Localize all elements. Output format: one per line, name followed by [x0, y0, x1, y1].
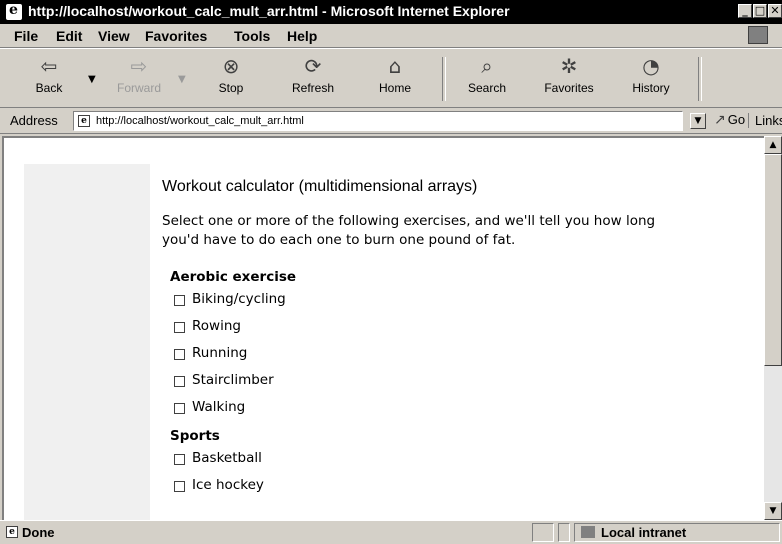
- list-item[interactable]: Walking: [162, 397, 762, 424]
- list-item[interactable]: Running: [162, 343, 762, 370]
- menu-bar: File Edit View Favorites Tools Help: [0, 24, 782, 48]
- section-heading-aerobic: Aerobic exercise: [170, 269, 297, 285]
- checkbox-label[interactable]: Basketball: [192, 450, 262, 466]
- checkbox-label[interactable]: Biking/cycling: [192, 291, 286, 307]
- home-button[interactable]: ⌂ Home: [360, 52, 430, 106]
- list-item[interactable]: Stairclimber: [162, 370, 762, 397]
- toolbar-separator: [442, 57, 446, 101]
- section-heading-sports: Sports: [170, 428, 220, 444]
- maximize-button[interactable]: □: [753, 4, 767, 18]
- checkbox-rowing[interactable]: [174, 322, 185, 333]
- checkbox-stairclimber[interactable]: [174, 376, 185, 387]
- page-title: Workout calculator (multidimensional arr…: [162, 178, 478, 195]
- minimize-button[interactable]: _: [738, 4, 752, 18]
- toolbar-separator: [698, 57, 702, 101]
- status-pane: [532, 523, 554, 542]
- checkbox-walking[interactable]: [174, 403, 185, 414]
- menu-tools[interactable]: Tools: [234, 28, 270, 44]
- content-area: Workout calculator (multidimensional arr…: [0, 134, 782, 520]
- checkbox-ice-hockey[interactable]: [174, 481, 185, 492]
- list-item[interactable]: Ice hockey: [162, 475, 762, 502]
- close-button[interactable]: ✕: [768, 4, 782, 18]
- address-label: Address: [10, 113, 58, 128]
- window-title: http://localhost/workout_calc_mult_arr.h…: [28, 3, 510, 19]
- menu-file[interactable]: File: [14, 28, 38, 44]
- forward-label: Forward: [116, 81, 161, 95]
- favorites-icon: ✲: [560, 54, 578, 78]
- checkbox-biking-cycling[interactable]: [174, 295, 185, 306]
- checkbox-basketball[interactable]: [174, 454, 185, 465]
- search-button[interactable]: ⌕ Search: [452, 52, 522, 106]
- checkbox-label[interactable]: Ice hockey: [192, 477, 264, 493]
- status-pane: [558, 523, 570, 542]
- zone-pane: Local intranet: [574, 523, 780, 542]
- go-button[interactable]: ↗ Go: [714, 112, 745, 128]
- sports-list: Basketball Ice hockey: [162, 448, 762, 502]
- checkbox-label[interactable]: Stairclimber: [192, 372, 274, 388]
- history-button[interactable]: ◔ History: [616, 52, 686, 106]
- refresh-icon: ⟳: [304, 54, 322, 78]
- page-icon: e: [78, 115, 90, 127]
- vertical-scrollbar[interactable]: ▲ ▼: [764, 136, 782, 520]
- intranet-icon: [581, 526, 595, 538]
- go-label: Go: [727, 112, 746, 127]
- stop-label: Stop: [218, 81, 244, 95]
- home-label: Home: [378, 81, 411, 95]
- checkbox-label[interactable]: Rowing: [192, 318, 241, 334]
- go-arrow-icon: ↗: [714, 112, 726, 128]
- ie-logo-icon[interactable]: [6, 2, 22, 20]
- windows-logo-icon: [748, 26, 768, 44]
- page-sidebar: [24, 164, 150, 520]
- address-dropdown-button[interactable]: ▼: [690, 113, 706, 129]
- scroll-down-arrow[interactable]: ▼: [764, 502, 782, 520]
- forward-button[interactable]: ⇨ Forward: [104, 52, 174, 106]
- zone-text: Local intranet: [601, 525, 687, 540]
- menu-help[interactable]: Help: [287, 28, 317, 44]
- scroll-up-arrow[interactable]: ▲: [764, 136, 782, 154]
- address-input[interactable]: e http://localhost/workout_calc_mult_arr…: [73, 111, 683, 131]
- list-item[interactable]: Biking/cycling: [162, 289, 762, 316]
- intro-text: Select one or more of the following exer…: [162, 213, 656, 248]
- checkbox-running[interactable]: [174, 349, 185, 360]
- search-label: Search: [467, 81, 507, 95]
- history-icon: ◔: [642, 54, 660, 78]
- checkbox-label[interactable]: Running: [192, 345, 247, 361]
- back-label: Back: [35, 81, 63, 95]
- back-arrow-icon: ⇦: [40, 54, 58, 78]
- page-viewport: Workout calculator (multidimensional arr…: [2, 136, 764, 520]
- links-button[interactable]: Links: [748, 113, 782, 128]
- stop-button[interactable]: ⊗ Stop: [196, 52, 266, 106]
- stop-icon: ⊗: [222, 54, 240, 78]
- status-bar: e Done Local intranet: [0, 520, 782, 544]
- forward-arrow-icon: ⇨: [130, 54, 148, 78]
- page-status-icon: e: [6, 526, 18, 538]
- favorites-label: Favorites: [544, 81, 594, 95]
- menu-edit[interactable]: Edit: [56, 28, 82, 44]
- aerobic-exercise-list: Biking/cycling Rowing Running Stairclimb…: [162, 289, 762, 424]
- menu-favorites[interactable]: Favorites: [145, 28, 207, 44]
- scroll-thumb[interactable]: [764, 154, 782, 366]
- list-item[interactable]: Rowing: [162, 316, 762, 343]
- status-text: Done: [22, 525, 55, 540]
- refresh-button[interactable]: ⟳ Refresh: [278, 52, 348, 106]
- back-dropdown-arrow[interactable]: ▼: [88, 74, 96, 85]
- page-body: Workout calculator (multidimensional arr…: [162, 178, 762, 502]
- history-label: History: [632, 81, 670, 95]
- checkbox-label[interactable]: Walking: [192, 399, 245, 415]
- search-icon: ⌕: [481, 54, 493, 78]
- title-bar[interactable]: http://localhost/workout_calc_mult_arr.h…: [0, 0, 782, 24]
- home-icon: ⌂: [388, 54, 402, 78]
- refresh-label: Refresh: [291, 81, 335, 95]
- standard-toolbar: ⇦ Back ▼ ⇨ Forward ▼ ⊗ Stop ⟳ Refresh ⌂ …: [0, 48, 782, 108]
- forward-dropdown-arrow[interactable]: ▼: [178, 74, 186, 85]
- ie-window: http://localhost/workout_calc_mult_arr.h…: [0, 0, 782, 544]
- address-url[interactable]: http://localhost/workout_calc_mult_arr.h…: [96, 115, 304, 127]
- back-button[interactable]: ⇦ Back: [14, 52, 84, 106]
- list-item[interactable]: Basketball: [162, 448, 762, 475]
- menu-view[interactable]: View: [98, 28, 130, 44]
- favorites-button[interactable]: ✲ Favorites: [534, 52, 604, 106]
- address-bar: Address e http://localhost/workout_calc_…: [0, 108, 782, 134]
